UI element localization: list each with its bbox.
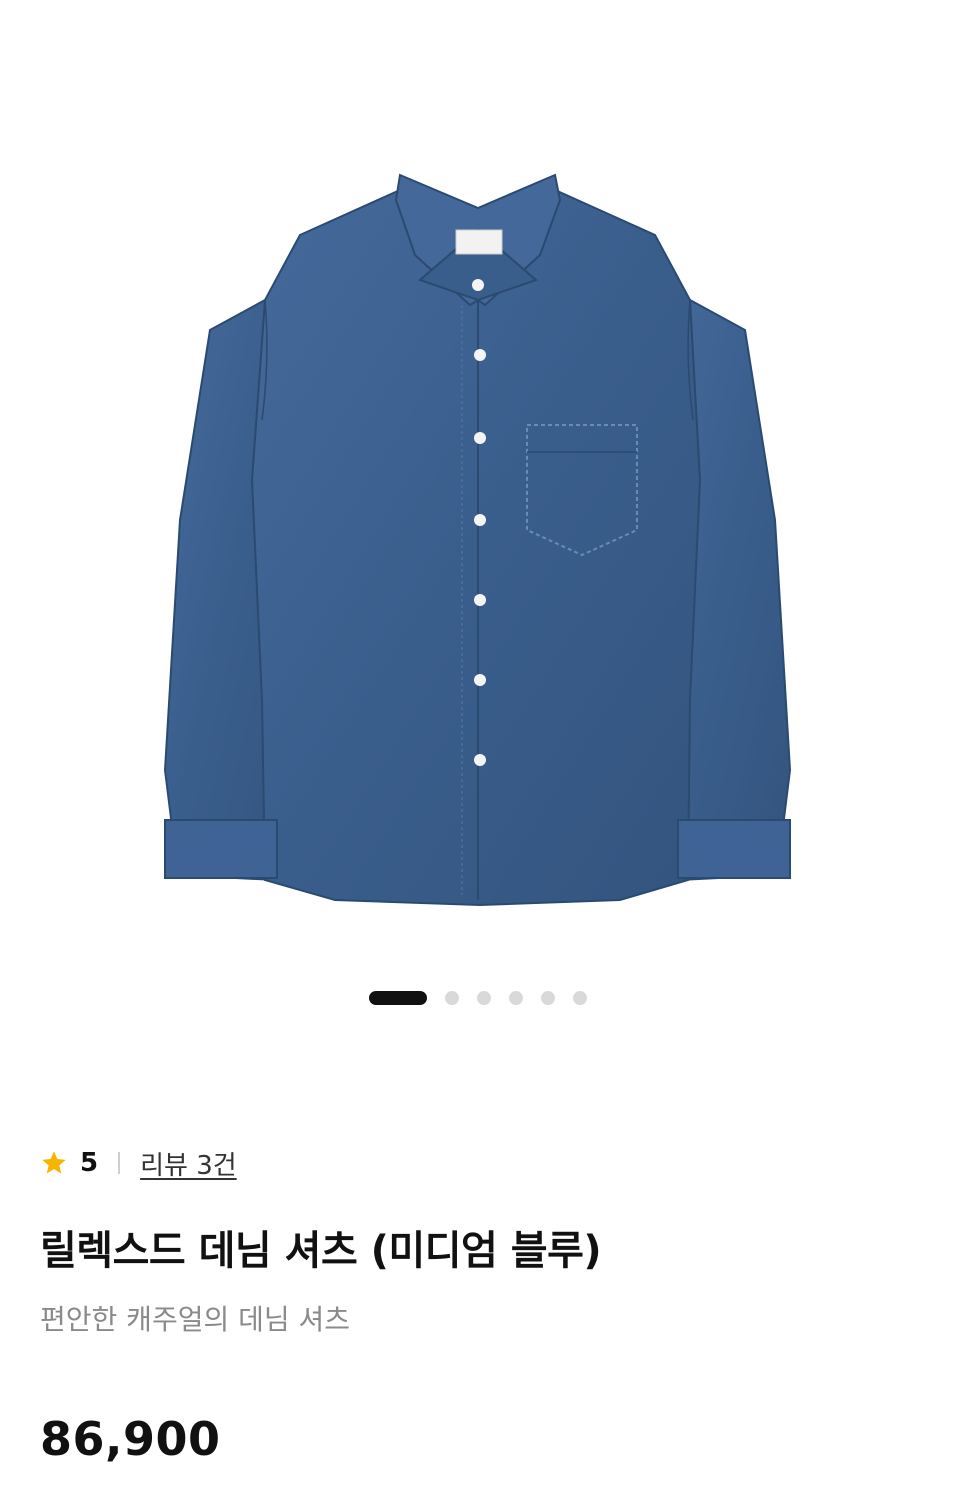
star-icon: [42, 1151, 66, 1174]
product-gallery[interactable]: [0, 0, 955, 1040]
rating-row: 5 리뷰 3건: [40, 1145, 237, 1182]
pager-dot[interactable]: [540, 991, 555, 1005]
pager-dot[interactable]: [444, 991, 459, 1005]
product-image[interactable]: [0, 0, 955, 960]
divider: [118, 1152, 121, 1174]
pager-dot[interactable]: [572, 991, 587, 1005]
product-title: 릴렉스드 데님 셔츠 (미디엄 블루): [40, 1228, 602, 1274]
product-price: 86,900: [40, 1412, 221, 1466]
pager-dot-active[interactable]: [368, 991, 427, 1005]
review-count-link[interactable]: 리뷰 3건: [140, 1145, 237, 1182]
pager-dot[interactable]: [476, 991, 491, 1005]
product-subtitle: 편안한 캐주얼의 데님 셔츠: [40, 1303, 351, 1336]
gallery-pager[interactable]: [0, 990, 955, 1006]
rating-value: 5: [80, 1148, 99, 1178]
pager-dot[interactable]: [508, 991, 523, 1005]
